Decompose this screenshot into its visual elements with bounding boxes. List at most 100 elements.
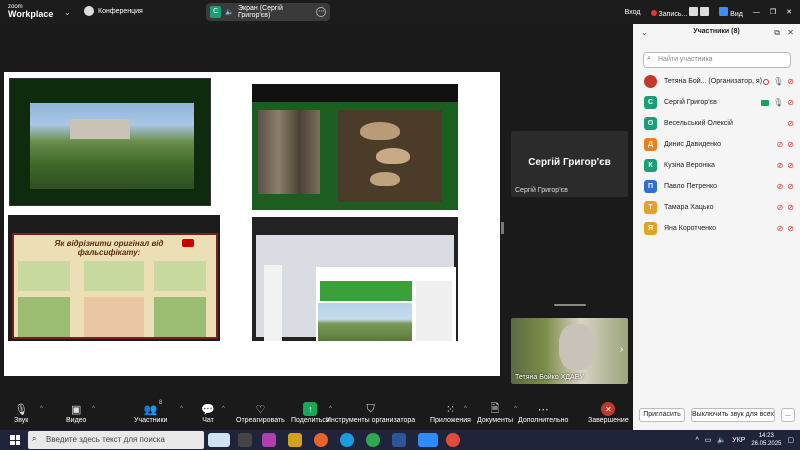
notification-icon[interactable]: ▢ <box>787 436 794 444</box>
volume-icon[interactable]: 🔈 <box>717 436 726 444</box>
avatar: С <box>644 96 657 109</box>
participant-search-input[interactable]: ⌕ Найти участника <box>643 52 791 68</box>
chrome-icon[interactable] <box>366 433 380 447</box>
firefox-icon[interactable] <box>314 433 328 447</box>
more-button[interactable]: ⋯ Дополнительно <box>518 402 568 425</box>
slide-title-bar <box>320 281 412 301</box>
participant-row[interactable]: С Сергій Григор'єв 🎙 ⊘ <box>633 92 800 113</box>
camera-off-icon[interactable]: ⊘ <box>787 203 794 212</box>
chevron-up-icon[interactable]: ^ <box>40 406 43 412</box>
mic-off-icon[interactable]: ⊘ <box>777 224 784 233</box>
audio-button[interactable]: 🎙 Звук <box>14 402 29 425</box>
camera-off-icon[interactable]: ⊘ <box>787 77 794 86</box>
chrome-icon[interactable] <box>446 433 460 447</box>
pause-icon[interactable] <box>689 6 699 16</box>
camera-off-icon[interactable]: ⊘ <box>787 140 794 149</box>
campus-photo-panel <box>9 78 211 206</box>
docs-button[interactable]: 🗎 Документы <box>477 402 513 425</box>
chevron-down-icon[interactable]: ⌄ <box>64 8 71 17</box>
participant-row[interactable]: Д Динис Давиденко ⊘ ⊘ <box>633 134 800 155</box>
app-icon[interactable] <box>262 433 276 447</box>
weather-icon[interactable] <box>208 433 230 447</box>
field-photo <box>318 303 412 341</box>
mute-all-button[interactable]: Выключить звук для всех <box>691 408 775 422</box>
camera-off-icon[interactable]: ⊘ <box>787 182 794 191</box>
word-icon[interactable] <box>392 433 406 447</box>
camera-off-icon[interactable]: ⊘ <box>787 224 794 233</box>
recording-status[interactable]: Запись... <box>650 6 710 18</box>
chevron-up-icon[interactable]: ^ <box>222 406 225 412</box>
network-icon[interactable]: ▭ <box>705 436 712 444</box>
task-view-icon[interactable] <box>238 433 252 447</box>
participant-status: ⊘ ⊘ <box>777 161 794 170</box>
popout-icon[interactable]: ⧉ <box>774 28 780 38</box>
edge-icon[interactable] <box>340 433 354 447</box>
speaker-icon: 🔈 <box>225 9 234 16</box>
mic-off-icon[interactable]: ⊘ <box>777 140 784 149</box>
field-slide <box>316 267 456 341</box>
camera-off-icon[interactable]: ⊘ <box>787 119 794 128</box>
camera-icon: ▣ <box>71 403 82 416</box>
resize-handle[interactable] <box>554 304 586 306</box>
participant-name: Сергій Григор'єв <box>664 99 717 106</box>
mic-icon[interactable]: 🎙 <box>773 98 783 107</box>
clock-time: 14:23 <box>758 433 774 439</box>
language-indicator[interactable]: УКР <box>732 437 745 444</box>
close-icon[interactable]: ✕ <box>786 8 792 16</box>
chevron-up-icon[interactable]: ^ <box>92 406 95 412</box>
participants-label: Участники <box>134 417 168 424</box>
more-icon[interactable]: ⋯ <box>316 7 326 17</box>
mic-off-icon[interactable]: ⊘ <box>777 203 784 212</box>
clock[interactable]: 14:23 26.05.2025 <box>751 432 781 448</box>
mic-off-icon[interactable]: ⊘ <box>777 182 784 191</box>
participant-row[interactable]: О Весельський Олексій ⊘ <box>633 113 800 134</box>
building-image <box>70 119 130 139</box>
audio-label: Звук <box>14 417 29 424</box>
camera-off-icon[interactable]: ⊘ <box>787 161 794 170</box>
chevron-up-icon[interactable]: ^ <box>696 437 699 444</box>
invite-button[interactable]: Пригласить <box>639 408 685 422</box>
chevron-up-icon[interactable]: ^ <box>180 406 183 412</box>
mic-off-icon[interactable]: ⊘ <box>777 161 784 170</box>
login-button[interactable]: Вход <box>625 9 641 16</box>
participant-row[interactable]: П Павло Петренко ⊘ ⊘ <box>633 176 800 197</box>
windows-start-icon[interactable] <box>10 435 20 445</box>
participants-count: 8 <box>159 400 163 406</box>
sharer-avatar: С <box>210 6 222 18</box>
zoom-app-icon[interactable] <box>418 433 438 447</box>
chevron-up-icon[interactable]: ^ <box>464 406 467 412</box>
mic-icon[interactable]: 🎙 <box>773 77 783 86</box>
react-button[interactable]: ♡ Отреагировать <box>236 402 285 425</box>
slide-box <box>154 297 206 337</box>
participants-button[interactable]: 👥 Участники <box>134 402 168 425</box>
view-button[interactable]: Вид <box>719 6 743 18</box>
end-button[interactable]: ✕ Завершение <box>588 402 629 424</box>
chevron-up-icon[interactable]: ^ <box>514 406 517 412</box>
avatar <box>644 75 657 88</box>
video-tile-speaker[interactable]: Сергій Григор'єв Сергій Григор'єв <box>511 131 628 197</box>
stop-icon[interactable] <box>700 6 710 16</box>
chat-button[interactable]: 💬 Чат <box>201 402 215 425</box>
share-indicator[interactable]: С 🔈 Экран (Сергій Григор'єв) ⋯ <box>206 3 330 21</box>
system-tray: ^ ▭ 🔈 УКР 14:23 26.05.2025 ▢ <box>696 430 800 450</box>
participant-row[interactable]: Я Яна Коротченко ⊘ ⊘ <box>633 218 800 239</box>
conference-menu[interactable]: Конференция <box>84 6 143 16</box>
taskbar-search-input[interactable]: ⌕ Введите здесь текст для поиска <box>28 431 204 449</box>
close-icon[interactable]: ✕ <box>787 28 794 37</box>
participant-row[interactable]: К Кузіна Вероніка ⊘ ⊘ <box>633 155 800 176</box>
camera-off-icon[interactable]: ⊘ <box>787 98 794 107</box>
participants-panel: ⌄ Участники (8) ⧉ ✕ ⌕ Найти участника Те… <box>633 24 800 430</box>
host-tools-button[interactable]: ⛉ Инструменты организатора <box>326 402 415 425</box>
participant-status: 🎙 ⊘ <box>761 98 794 107</box>
chevron-right-icon[interactable]: › <box>620 344 623 355</box>
participant-row[interactable]: Тетяна Бой... (Организатор, я) 🎙 ⊘ <box>633 71 800 92</box>
maximize-icon[interactable]: ❐ <box>770 8 776 16</box>
video-button[interactable]: ▣ Видео <box>66 402 86 425</box>
video-tile-self[interactable]: Тетяна Бойко ХДАЕУ <box>511 318 628 384</box>
participant-row[interactable]: Т Тамара Хацько ⊘ ⊘ <box>633 197 800 218</box>
minimize-icon[interactable]: — <box>753 9 760 16</box>
folder-icon[interactable] <box>288 433 302 447</box>
panel-more-button[interactable]: ... <box>781 408 795 422</box>
split-handle[interactable] <box>501 222 504 234</box>
share-button[interactable]: ↑ Поделиться <box>291 402 330 424</box>
